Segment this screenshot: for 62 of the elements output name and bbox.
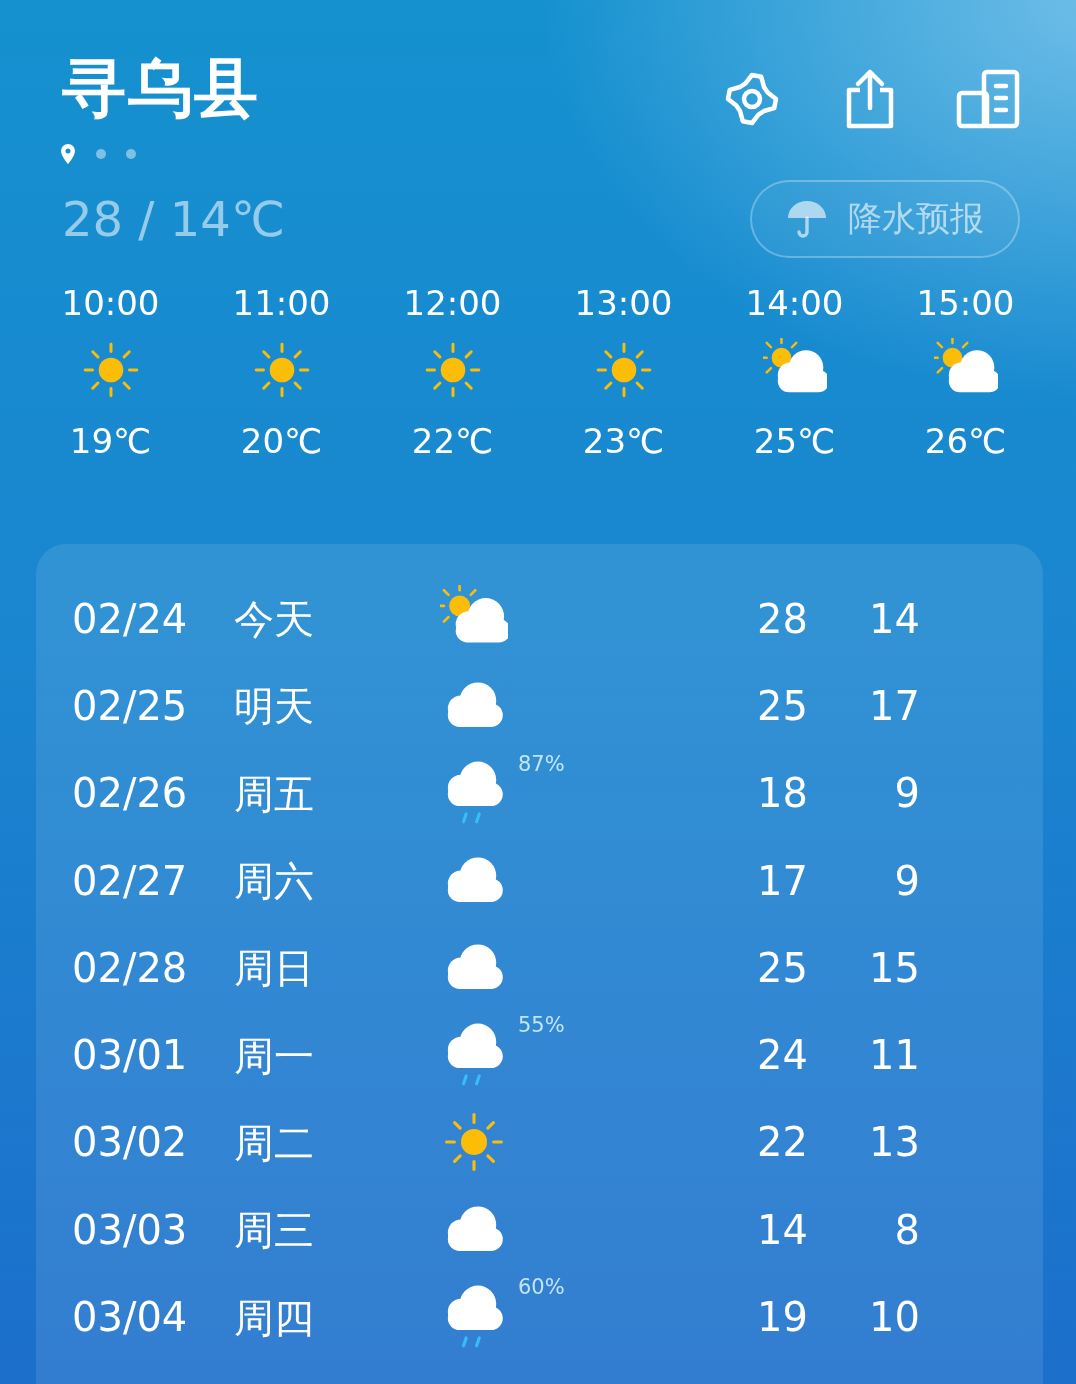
precipitation-chance: 87% xyxy=(517,751,565,776)
low-temperature: 9 xyxy=(894,770,920,817)
hour-temperature: 22℃ xyxy=(411,420,494,463)
forecast-date: 02/24 xyxy=(72,595,189,642)
settings-icon xyxy=(724,71,780,127)
high-temperature: 22 xyxy=(757,1119,808,1166)
hour-time: 12:00 xyxy=(403,282,502,325)
hour-temperature: 23℃ xyxy=(582,420,665,463)
low-temperature: 11 xyxy=(869,1032,920,1079)
high-temperature: 17 xyxy=(757,857,808,904)
forecast-day: 周三 xyxy=(234,1201,434,1259)
page-dot[interactable] xyxy=(126,149,136,159)
building-icon xyxy=(956,69,1020,129)
precipitation-chance: 55% xyxy=(517,1013,565,1038)
forecast-date: 02/25 xyxy=(72,682,189,729)
hour-temperature: 26℃ xyxy=(924,420,1007,463)
precipitation-forecast-button[interactable]: 降水预报 xyxy=(750,180,1020,258)
forecast-date: 03/02 xyxy=(72,1119,189,1166)
forecast-day: 周日 xyxy=(234,939,434,997)
hour-time: 14:00 xyxy=(745,282,844,325)
page-dot[interactable] xyxy=(96,149,106,159)
hour-temperature: 25℃ xyxy=(753,420,836,463)
cities-button[interactable] xyxy=(956,67,1020,131)
temperature-range: 28 / 14℃ xyxy=(62,191,285,247)
forecast-date: 03/04 xyxy=(72,1294,189,1340)
low-temperature: 9 xyxy=(894,857,920,904)
low-temperature: 15 xyxy=(869,944,920,991)
low-temperature: 13 xyxy=(869,1119,920,1166)
forecast-day: 明天 xyxy=(234,677,434,735)
low-temperature: 14 xyxy=(869,595,920,642)
hour-time: 10:00 xyxy=(61,282,160,325)
forecast-date: 03/03 xyxy=(72,1206,189,1253)
low-temperature: 10 xyxy=(869,1294,920,1340)
location-page-icon[interactable] xyxy=(60,143,76,165)
hour-temperature: 20℃ xyxy=(240,420,323,463)
forecast-day: 今天 xyxy=(234,590,434,648)
forecast-day: 周四 xyxy=(234,1288,434,1346)
hour-time: 15:00 xyxy=(916,282,1015,325)
forecast-day: 周一 xyxy=(234,1026,434,1084)
forecast-date: 03/01 xyxy=(72,1032,189,1079)
forecast-day: 周六 xyxy=(234,852,434,910)
hour-time: 11:00 xyxy=(232,282,331,325)
umbrella-icon xyxy=(786,198,828,240)
forecast-date: 02/26 xyxy=(72,770,189,817)
low-temperature: 17 xyxy=(869,682,920,729)
forecast-date: 02/27 xyxy=(72,857,189,904)
high-temperature: 14 xyxy=(757,1206,808,1253)
high-temperature: 28 xyxy=(757,595,808,642)
share-icon xyxy=(844,68,896,130)
forecast-day: 周五 xyxy=(234,764,434,822)
high-temperature: 24 xyxy=(757,1032,808,1079)
high-temperature: 18 xyxy=(757,770,808,817)
hour-temperature: 19℃ xyxy=(69,420,152,463)
high-temperature: 25 xyxy=(757,682,808,729)
precipitation-chance: 60% xyxy=(517,1275,565,1300)
forecast-day: 周二 xyxy=(234,1113,434,1171)
city-name: 寻乌县 xyxy=(62,50,260,127)
low-temperature: 8 xyxy=(894,1206,920,1253)
high-temperature: 19 xyxy=(757,1294,808,1340)
forecast-date: 02/28 xyxy=(72,944,189,991)
high-temperature: 25 xyxy=(757,944,808,991)
hour-time: 13:00 xyxy=(574,282,673,325)
